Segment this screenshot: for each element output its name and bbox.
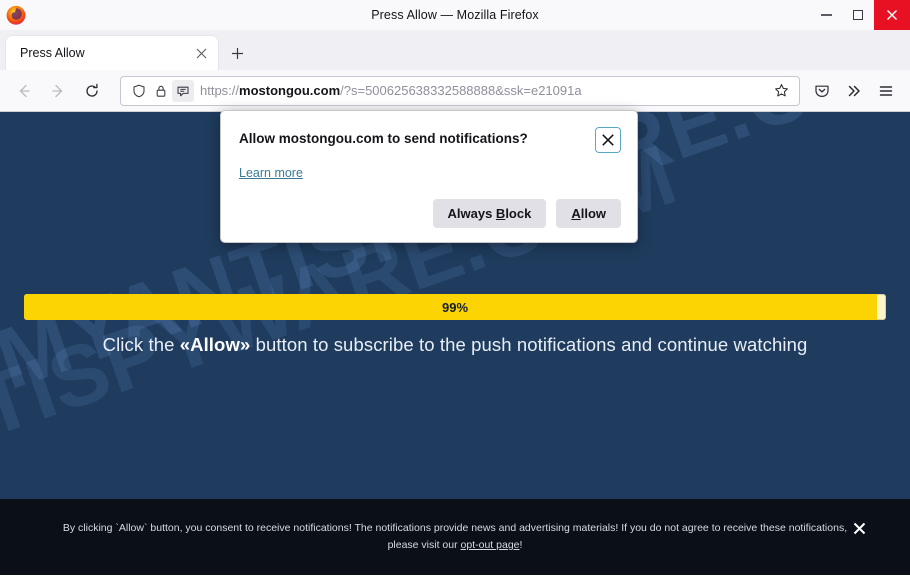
instruction-text: Click the «Allow» button to subscribe to…: [0, 334, 910, 356]
learn-more-link[interactable]: Learn more: [239, 166, 303, 180]
shield-icon[interactable]: [128, 80, 150, 102]
navigation-toolbar: https://mostongou.com/?s=500625638332588…: [0, 70, 910, 112]
hamburger-icon: [879, 85, 893, 96]
always-block-suffix: lock: [505, 206, 532, 221]
dialog-close-button[interactable]: [595, 127, 621, 153]
title-bar: Press Allow — Mozilla Firefox: [0, 0, 910, 30]
consent-close-button[interactable]: [850, 519, 868, 537]
pocket-button[interactable]: [806, 76, 838, 106]
bookmark-star-icon[interactable]: [769, 79, 793, 103]
opt-out-link[interactable]: opt-out page: [461, 539, 520, 551]
url-scheme: https://: [200, 83, 240, 98]
url-bar[interactable]: https://mostongou.com/?s=500625638332588…: [120, 75, 800, 106]
url-path: /?s=500625638332588888&ssk=e21091a: [340, 83, 582, 98]
reload-button[interactable]: [76, 76, 108, 106]
url-text[interactable]: https://mostongou.com/?s=500625638332588…: [200, 83, 769, 98]
allow-accel: A: [571, 206, 581, 221]
arrow-right-icon: [52, 84, 63, 97]
tab-press-allow[interactable]: Press Allow: [6, 36, 218, 70]
firefox-window: Press Allow — Mozilla Firefox Press Allo…: [0, 0, 910, 576]
chevron-double-right-icon: [848, 85, 860, 96]
progress-bar: 99%: [24, 294, 886, 320]
notification-permission-dialog: Allow mostongou.com to send notification…: [220, 110, 638, 243]
tab-close-icon[interactable]: [190, 42, 212, 64]
dialog-header: Allow mostongou.com to send notification…: [239, 127, 621, 153]
reload-icon: [86, 83, 98, 97]
overflow-menu-button[interactable]: [838, 76, 870, 106]
minimize-icon: [820, 14, 832, 16]
close-icon: [853, 522, 865, 534]
app-menu-button[interactable]: [870, 76, 902, 106]
consent-text: By clicking `Allow` button, you consent …: [49, 520, 861, 555]
instruction-emphasis: «Allow»: [179, 334, 251, 355]
always-block-accel: B: [495, 206, 506, 221]
close-icon: [602, 134, 614, 146]
allow-suffix: llow: [580, 206, 606, 221]
always-block-button[interactable]: Always Block: [432, 199, 547, 228]
maximize-icon: [853, 10, 863, 20]
new-tab-button[interactable]: [222, 38, 252, 68]
pocket-icon: [815, 85, 829, 97]
dialog-actions: Always Block Allow: [239, 199, 621, 228]
consent-line-1: By clicking `Allow` button, you consent …: [62, 521, 758, 534]
dialog-title: Allow mostongou.com to send notification…: [239, 131, 528, 146]
plus-icon: [231, 47, 243, 59]
tab-label: Press Allow: [20, 46, 85, 60]
consent-line-2-after: !: [519, 539, 523, 551]
instruction-before: Click the: [102, 334, 180, 355]
url-host: mostongou.com: [239, 83, 341, 98]
close-window-button[interactable]: [874, 0, 910, 30]
window-title: Press Allow — Mozilla Firefox: [371, 8, 539, 22]
progress-percent-label: 99%: [441, 299, 469, 315]
always-block-prefix: Always: [447, 206, 496, 221]
back-button[interactable]: [8, 76, 40, 106]
allow-button[interactable]: Allow: [556, 199, 621, 228]
arrow-left-icon: [19, 84, 30, 97]
close-icon: [886, 9, 898, 21]
maximize-button[interactable]: [842, 0, 874, 30]
notification-permission-icon[interactable]: [172, 79, 194, 102]
instruction-after: button to subscribe to the push notifica…: [250, 334, 808, 355]
window-controls: [810, 0, 910, 30]
forward-button[interactable]: [42, 76, 74, 106]
tab-strip: Press Allow: [0, 30, 910, 70]
consent-bar: By clicking `Allow` button, you consent …: [0, 499, 910, 575]
minimize-button[interactable]: [810, 0, 842, 30]
firefox-logo-icon: [5, 4, 27, 26]
lock-icon[interactable]: [150, 80, 172, 102]
